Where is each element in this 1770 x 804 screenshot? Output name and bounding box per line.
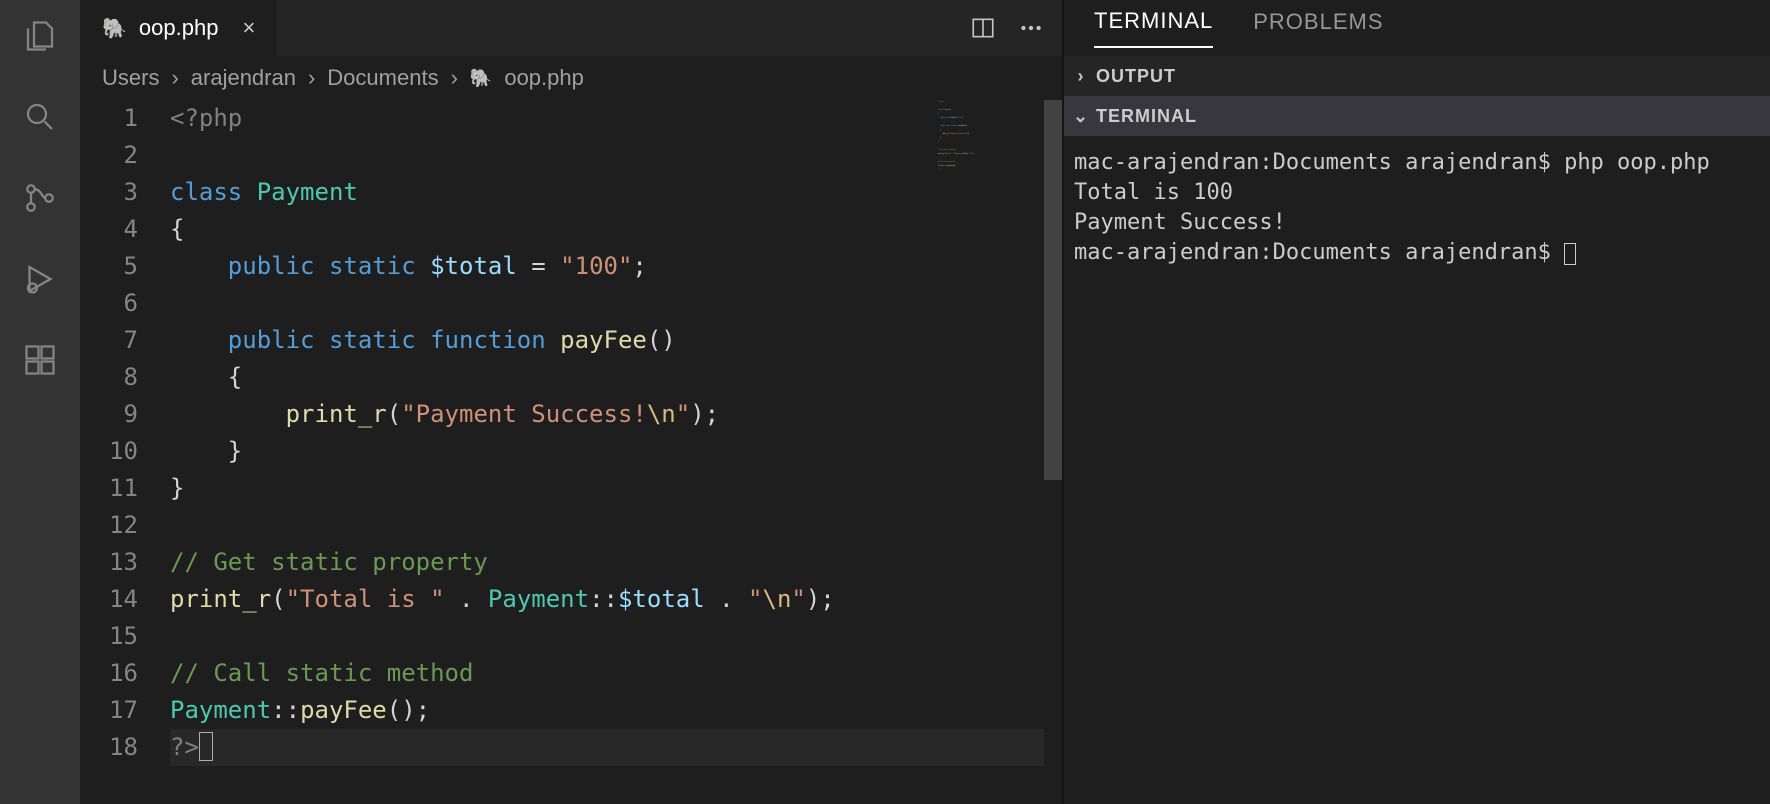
section-terminal[interactable]: ⌄ TERMINAL: [1064, 96, 1770, 136]
chevron-right-icon: ›: [171, 65, 178, 91]
tabs-row: 🐘 oop.php ×: [80, 0, 1062, 56]
line-gutter: 123456789101112131415161718: [80, 100, 170, 804]
tab-label: oop.php: [139, 15, 219, 41]
terminal-output[interactable]: mac-arajendran:Documents arajendran$ php…: [1064, 136, 1770, 804]
activity-bar: [0, 0, 80, 804]
section-label: TERMINAL: [1096, 106, 1197, 127]
run-debug-icon[interactable]: [22, 261, 58, 297]
breadcrumb-item[interactable]: arajendran: [191, 65, 296, 91]
scrollbar-thumb[interactable]: [1044, 100, 1062, 480]
section-label: OUTPUT: [1096, 66, 1176, 87]
chevron-right-icon: ›: [451, 65, 458, 91]
chevron-right-icon: ›: [1072, 66, 1090, 87]
php-icon: 🐘: [102, 16, 127, 41]
breadcrumb-item[interactable]: Documents: [327, 65, 438, 91]
code-lines[interactable]: <?phpclass Payment{ public static $total…: [170, 100, 1062, 804]
breadcrumb-item[interactable]: oop.php: [504, 65, 584, 91]
search-icon[interactable]: [22, 99, 58, 135]
split-editor-icon[interactable]: [970, 15, 996, 41]
tab-terminal[interactable]: TERMINAL: [1094, 8, 1213, 48]
source-control-icon[interactable]: [22, 180, 58, 216]
section-output[interactable]: › OUTPUT: [1064, 56, 1770, 96]
close-icon[interactable]: ×: [242, 15, 255, 41]
right-panel: TERMINAL PROBLEMS › OUTPUT ⌄ TERMINAL ma…: [1064, 0, 1770, 804]
breadcrumb-item[interactable]: Users: [102, 65, 159, 91]
editor-actions: [970, 0, 1062, 56]
chevron-down-icon: ⌄: [1072, 106, 1090, 127]
tab-oop-php[interactable]: 🐘 oop.php ×: [80, 0, 277, 56]
editor-area: 🐘 oop.php × Users › arajendran › Documen…: [80, 0, 1064, 804]
files-icon[interactable]: [22, 18, 58, 54]
chevron-right-icon: ›: [308, 65, 315, 91]
panel-tabs: TERMINAL PROBLEMS: [1064, 0, 1770, 56]
scrollbar-track[interactable]: [1044, 100, 1062, 804]
extensions-icon[interactable]: [22, 342, 58, 378]
code-editor[interactable]: 123456789101112131415161718 <?phpclass P…: [80, 100, 1062, 804]
breadcrumbs[interactable]: Users › arajendran › Documents › 🐘 oop.p…: [80, 56, 1062, 100]
tab-problems[interactable]: PROBLEMS: [1253, 9, 1383, 47]
more-icon[interactable]: [1018, 15, 1044, 41]
php-icon: 🐘: [470, 68, 492, 89]
minimap[interactable]: <?phpclass Payment{ public static $total…: [938, 100, 1048, 180]
